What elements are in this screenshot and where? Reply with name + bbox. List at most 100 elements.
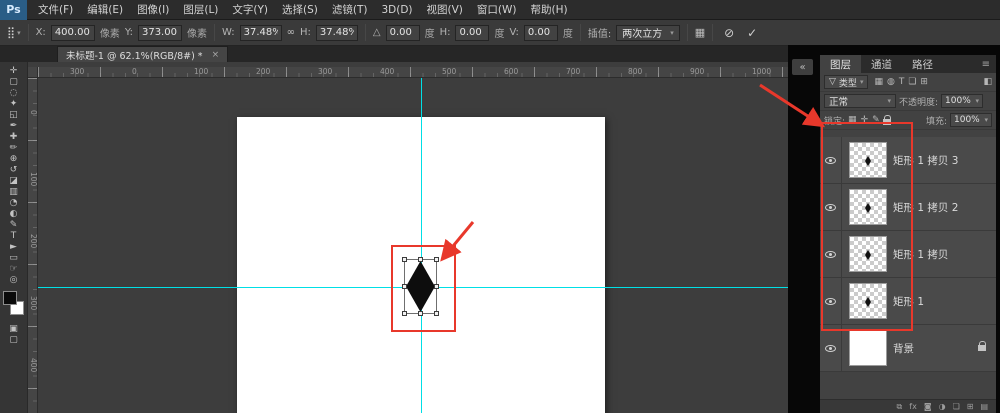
- layer-row[interactable]: 背景: [820, 325, 996, 372]
- screen-mode-button[interactable]: ▢: [2, 334, 26, 345]
- new-layer-icon[interactable]: ⊞: [967, 402, 974, 411]
- layer-mask-icon[interactable]: ◙: [924, 402, 932, 411]
- layer-row[interactable]: 矩形 1 拷贝 3: [820, 137, 996, 184]
- link-layers-icon[interactable]: ⧉: [897, 402, 903, 412]
- delete-layer-icon[interactable]: ▤: [980, 402, 988, 411]
- layer-row[interactable]: 矩形 1: [820, 278, 996, 325]
- lock-image-icon[interactable]: ✎: [872, 115, 880, 125]
- transform-handle[interactable]: [434, 257, 439, 262]
- eraser-tool[interactable]: ◪: [2, 175, 26, 186]
- reference-point-locator[interactable]: ⣿ ▾: [7, 26, 21, 39]
- visibility-toggle[interactable]: [820, 137, 842, 183]
- hand-tool[interactable]: ☞: [2, 263, 26, 274]
- layer-thumbnail[interactable]: [849, 330, 887, 366]
- layer-style-icon[interactable]: fx: [909, 402, 917, 411]
- healing-brush-tool[interactable]: ✚: [2, 131, 26, 142]
- brush-tool[interactable]: ✏: [2, 142, 26, 153]
- menu-item[interactable]: 图层(L): [176, 2, 225, 17]
- menu-item[interactable]: 编辑(E): [80, 2, 130, 17]
- horizontal-ruler[interactable]: 300010020030040050060070080090010001100: [38, 67, 788, 78]
- vertical-ruler[interactable]: 0100200300400: [28, 78, 38, 413]
- transform-handle[interactable]: [402, 311, 407, 316]
- menu-item[interactable]: 滤镜(T): [325, 2, 375, 17]
- panel-tab[interactable]: 图层: [820, 55, 861, 73]
- menu-item[interactable]: 文字(Y): [225, 2, 275, 17]
- filter-toggle-icon[interactable]: ◧: [983, 77, 992, 87]
- visibility-toggle[interactable]: [820, 278, 842, 324]
- cancel-transform-button[interactable]: ⊘: [720, 24, 738, 42]
- transform-handle[interactable]: [418, 257, 423, 262]
- pen-tool[interactable]: ✎: [2, 219, 26, 230]
- panel-tab[interactable]: 路径: [902, 55, 943, 73]
- h-skew-input[interactable]: [455, 25, 489, 41]
- blend-mode-dropdown[interactable]: 正常 ▾: [824, 94, 896, 108]
- transform-handle[interactable]: [434, 311, 439, 316]
- maintain-aspect-link-icon[interactable]: ∞: [287, 27, 295, 38]
- menu-item[interactable]: 3D(D): [374, 4, 419, 16]
- filter-kind-dropdown[interactable]: ▽ 类型 ▾: [824, 75, 868, 89]
- dodge-tool[interactable]: ◐: [2, 208, 26, 219]
- menu-item[interactable]: 帮助(H): [524, 2, 575, 17]
- panel-menu-icon[interactable]: ≡: [976, 55, 996, 73]
- clone-stamp-tool[interactable]: ⊕: [2, 153, 26, 164]
- visibility-toggle[interactable]: [820, 325, 842, 371]
- quick-mask-button[interactable]: ▣: [2, 323, 26, 334]
- panel-tab[interactable]: 通道: [861, 55, 902, 73]
- foreground-color-swatch[interactable]: [3, 291, 17, 305]
- layer-thumbnail[interactable]: [849, 189, 887, 225]
- blur-tool[interactable]: ◔: [2, 197, 26, 208]
- commit-transform-button[interactable]: ✓: [743, 24, 761, 42]
- filter-shape-icon[interactable]: ❏: [908, 77, 916, 87]
- transform-handle[interactable]: [418, 311, 423, 316]
- type-tool[interactable]: T: [2, 230, 26, 241]
- warp-mode-toggle-icon[interactable]: ▦: [695, 26, 705, 39]
- lock-position-icon[interactable]: ✛: [861, 115, 869, 125]
- layer-thumbnail[interactable]: [849, 236, 887, 272]
- layer-row[interactable]: 矩形 1 拷贝 2: [820, 184, 996, 231]
- quick-selection-tool[interactable]: ✦: [2, 98, 26, 109]
- fill-dropdown[interactable]: 100% ▾: [950, 113, 992, 127]
- lasso-tool[interactable]: ◌: [2, 87, 26, 98]
- gradient-tool[interactable]: ▥: [2, 186, 26, 197]
- zoom-tool[interactable]: ◎: [2, 274, 26, 285]
- move-tool[interactable]: ✛: [2, 65, 26, 76]
- filter-type-icon[interactable]: T: [899, 77, 905, 87]
- menu-item[interactable]: 视图(V): [420, 2, 470, 17]
- layer-thumbnail[interactable]: [849, 283, 887, 319]
- adjustment-layer-icon[interactable]: ◑: [939, 402, 946, 411]
- menu-item[interactable]: 选择(S): [275, 2, 325, 17]
- marquee-tool[interactable]: ▢: [2, 76, 26, 87]
- layer-thumbnail[interactable]: [849, 142, 887, 178]
- menu-item[interactable]: 窗口(W): [470, 2, 524, 17]
- x-input[interactable]: [51, 25, 95, 41]
- document-tab[interactable]: 未标题-1 @ 62.1%(RGB/8#) * ×: [57, 46, 228, 62]
- visibility-toggle[interactable]: [820, 231, 842, 277]
- lock-all-icon[interactable]: [883, 119, 891, 125]
- v-skew-input[interactable]: [524, 25, 558, 41]
- history-brush-tool[interactable]: ↺: [2, 164, 26, 175]
- filter-adjustment-icon[interactable]: ◍: [887, 77, 895, 87]
- visibility-toggle[interactable]: [820, 184, 842, 230]
- crop-tool[interactable]: ◱: [2, 109, 26, 120]
- transform-handle[interactable]: [402, 257, 407, 262]
- transform-handle[interactable]: [402, 284, 407, 289]
- ruler-origin-corner[interactable]: [28, 67, 38, 78]
- filter-pixel-icon[interactable]: ▦: [874, 77, 883, 87]
- tab-close-icon[interactable]: ×: [212, 50, 220, 60]
- rotate-input[interactable]: [386, 25, 420, 41]
- path-selection-tool[interactable]: ►: [2, 241, 26, 252]
- menu-item[interactable]: 文件(F): [31, 2, 80, 17]
- filter-smart-object-icon[interactable]: ⊞: [920, 77, 928, 87]
- menu-item[interactable]: 图像(I): [130, 2, 176, 17]
- eyedropper-tool[interactable]: ✒: [2, 120, 26, 131]
- shape-tool[interactable]: ▭: [2, 252, 26, 263]
- width-input[interactable]: [240, 25, 282, 41]
- dock-collapse-button[interactable]: «: [792, 59, 813, 75]
- height-input[interactable]: [316, 25, 358, 41]
- interpolation-dropdown[interactable]: 两次立方 ▾: [616, 25, 680, 41]
- lock-transparency-icon[interactable]: ▦: [848, 115, 857, 125]
- transform-handle[interactable]: [434, 284, 439, 289]
- layer-row[interactable]: 矩形 1 拷贝: [820, 231, 996, 278]
- y-input[interactable]: [138, 25, 182, 41]
- layer-group-icon[interactable]: ❏: [953, 402, 960, 411]
